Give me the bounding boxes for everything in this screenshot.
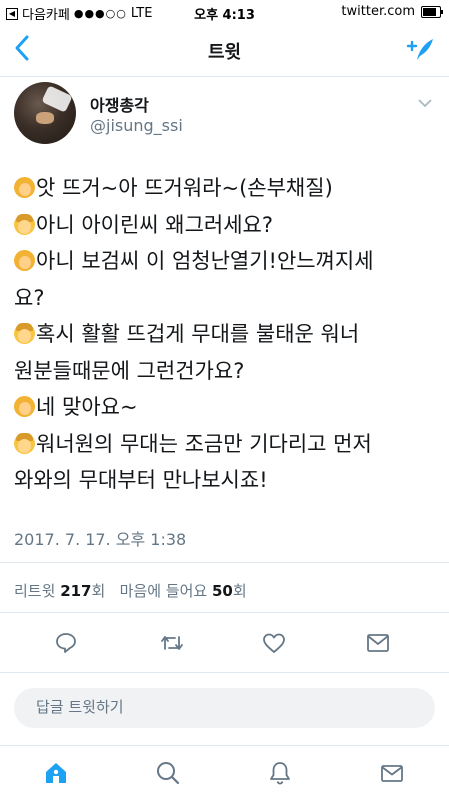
battery-fill <box>423 7 436 16</box>
tweet-line: 네 맞아요~ <box>14 389 442 426</box>
tweet-line: 아니 보검씨 이 엄청난열기!안느껴지세 <box>14 243 442 280</box>
retweet-icon[interactable] <box>152 626 192 660</box>
tweet-author: 아쟁총각 @jisung_ssi <box>14 82 435 148</box>
direct-message-icon[interactable] <box>358 626 398 660</box>
tweet-stats: 리트윗 217회 마음에 들어요 50회 <box>14 580 247 601</box>
reply-input[interactable] <box>34 697 418 717</box>
tweet-actions <box>0 626 449 660</box>
tweet-line-text: 네 맞아요~ <box>36 395 138 419</box>
page-title: 트윗 <box>207 42 242 63</box>
tweet-line: 원분들때문에 그런건가요? <box>14 353 442 390</box>
divider <box>0 612 449 613</box>
reply-icon[interactable] <box>46 626 86 660</box>
tweet-line: 워너원의 무대는 조금만 기다리고 먼저 <box>14 426 442 463</box>
like-count[interactable]: 50 <box>212 582 233 600</box>
tweet-text: 앗 뜨거~아 뜨거워라~(손부채질) 아니 아이린씨 왜그러세요? 아니 보검씨 이… <box>14 170 442 499</box>
tweet-line-text: 아니 보검씨 이 엄청난열기!안느껴지세 <box>36 249 374 273</box>
url-label: twitter.com <box>341 4 415 19</box>
tweet-line: 요? <box>14 280 442 317</box>
tweet-timestamp: 2017. 7. 17. 오후 1:38 <box>14 530 187 549</box>
avatar[interactable] <box>14 82 76 144</box>
like-label[interactable]: 마음에 들어요 <box>120 582 208 600</box>
boy-emoji-icon <box>14 213 35 235</box>
home-icon[interactable] <box>36 756 76 790</box>
girl-emoji-icon <box>14 177 35 198</box>
messages-envelope-icon[interactable] <box>372 756 412 790</box>
tweet-line: 혹시 활활 뜨겁게 무대를 불태운 워너 <box>14 316 442 353</box>
divider <box>0 672 449 673</box>
tweet-line: 앗 뜨거~아 뜨거워라~(손부채질) <box>14 170 442 207</box>
author-handle[interactable]: @jisung_ssi <box>90 116 183 135</box>
divider <box>0 562 449 563</box>
boy-emoji-icon <box>14 432 35 454</box>
tweet-line-text: 와와의 무대부터 만나보시죠! <box>14 468 268 492</box>
battery-icon <box>421 5 443 18</box>
tweet-line: 아니 아이린씨 왜그러세요? <box>14 207 442 244</box>
like-unit: 회 <box>232 582 247 600</box>
tweet-line-text: 원분들때문에 그런건가요? <box>14 358 245 383</box>
tweet-line-text: 앗 뜨거~아 뜨거워라~(손부채질) <box>36 176 333 200</box>
boy-emoji-icon <box>14 323 35 344</box>
tweet-line-text: 아니 아이린씨 왜그러세요? <box>36 212 274 237</box>
retweet-count[interactable]: 217 <box>60 582 91 600</box>
retweet-unit: 회 <box>91 582 106 600</box>
notifications-bell-icon[interactable] <box>260 756 300 790</box>
search-icon[interactable] <box>148 756 188 790</box>
chevron-down-icon[interactable] <box>417 92 433 113</box>
like-heart-icon[interactable] <box>254 626 294 660</box>
author-name[interactable]: 아쟁총각 <box>90 92 149 116</box>
status-bar: ◀ 다음카페 ●●●○○ LTE 오후 4:13 twitter.com <box>0 0 449 24</box>
girl-emoji-icon <box>14 250 35 271</box>
retweet-label[interactable]: 리트윗 <box>14 582 55 600</box>
status-right: twitter.com <box>341 4 443 19</box>
compose-tweet-icon[interactable] <box>405 36 435 68</box>
tweet-line-text: 워너원의 무대는 조금만 기다리고 먼저 <box>36 431 372 456</box>
bottom-tab-bar <box>0 745 449 801</box>
navigation-bar: 트윗 <box>0 24 449 77</box>
girl-emoji-icon <box>14 396 35 417</box>
tweet-line-text: 혹시 활활 뜨겁게 무대를 불태운 워너 <box>36 322 360 346</box>
reply-bar[interactable] <box>14 688 435 728</box>
tweet-line-text: 요? <box>14 285 45 310</box>
tweet-line: 와와의 무대부터 만나보시죠! <box>14 462 442 499</box>
